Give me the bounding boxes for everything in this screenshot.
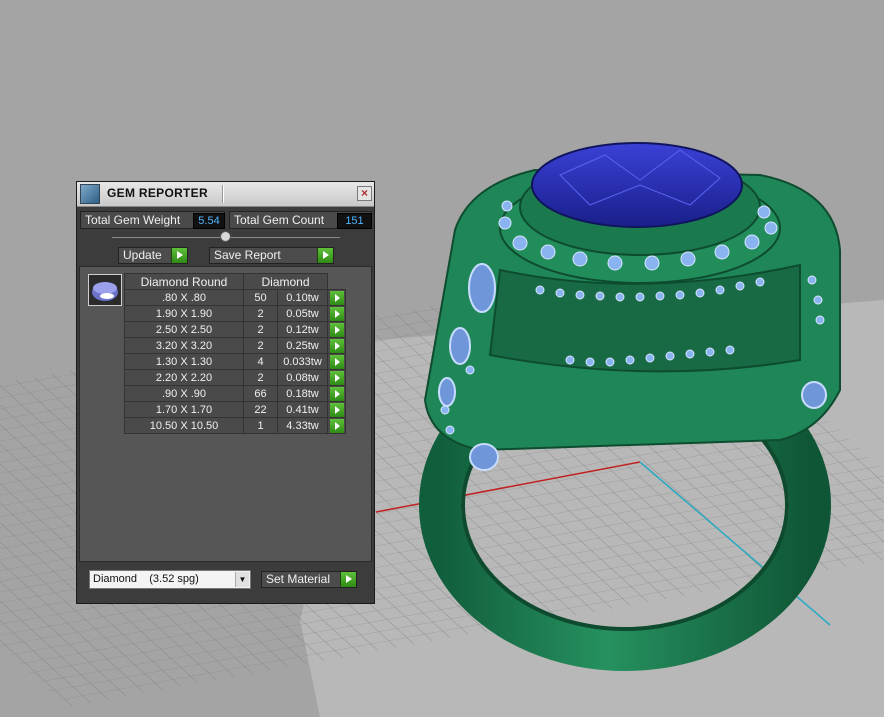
- total-gem-count-value: 151: [337, 213, 372, 229]
- table-row[interactable]: 1.90 X 1.90 2 0.05tw: [124, 305, 346, 322]
- play-arrow-icon: [171, 248, 187, 263]
- total-gem-weight-label: Total Gem Weight: [85, 213, 181, 227]
- update-button-label: Update: [123, 248, 162, 262]
- table-row[interactable]: .90 X .90 66 0.18tw: [124, 385, 346, 402]
- table-row[interactable]: 2.20 X 2.20 2 0.08tw: [124, 369, 346, 386]
- gem-reporter-app-icon: [80, 184, 100, 204]
- column-header-material: Diamond: [243, 273, 328, 290]
- gem-weight: 0.08tw: [277, 369, 328, 386]
- set-material-button[interactable]: Set Material: [261, 571, 357, 588]
- select-row-arrow-icon[interactable]: [329, 354, 344, 369]
- table-row[interactable]: 10.50 X 10.50 1 4.33tw: [124, 417, 346, 434]
- table-row[interactable]: 1.70 X 1.70 22 0.41tw: [124, 401, 346, 418]
- gem-count: 66: [243, 385, 278, 402]
- gem-weight: 0.41tw: [277, 401, 328, 418]
- gem-size: .90 X .90: [124, 385, 244, 402]
- close-icon[interactable]: ×: [357, 186, 372, 201]
- table-row[interactable]: 2.50 X 2.50 2 0.12tw: [124, 321, 346, 338]
- table-row[interactable]: .80 X .80 50 0.10tw: [124, 289, 346, 306]
- gem-list-area: Diamond Round Diamond .80 X .80 50 0.10t…: [79, 266, 372, 562]
- gem-size: 2.50 X 2.50: [124, 321, 244, 338]
- gem-weight: 0.18tw: [277, 385, 328, 402]
- gem-size: 3.20 X 3.20: [124, 337, 244, 354]
- column-header-shape: Diamond Round: [124, 273, 244, 290]
- table-row[interactable]: 3.20 X 3.20 2 0.25tw: [124, 337, 346, 354]
- gem-weight: 0.033tw: [277, 353, 328, 370]
- save-report-button[interactable]: Save Report: [209, 247, 334, 264]
- table-header-row: Diamond Round Diamond: [124, 273, 346, 290]
- select-row-arrow-icon[interactable]: [329, 306, 344, 321]
- select-row-arrow-icon[interactable]: [329, 290, 344, 305]
- gem-count: 22: [243, 401, 278, 418]
- gem-count: 1: [243, 417, 278, 434]
- gem-count: 2: [243, 321, 278, 338]
- table-row[interactable]: 1.30 X 1.30 4 0.033tw: [124, 353, 346, 370]
- select-row-arrow-icon[interactable]: [329, 386, 344, 401]
- play-arrow-icon: [340, 572, 356, 587]
- title-divider: [222, 185, 224, 203]
- gem-weight: 0.25tw: [277, 337, 328, 354]
- select-row-arrow-icon[interactable]: [329, 338, 344, 353]
- select-row-arrow-icon[interactable]: [329, 402, 344, 417]
- gem-size: 1.70 X 1.70: [124, 401, 244, 418]
- gem-count: 2: [243, 305, 278, 322]
- material-dropdown[interactable]: Diamond (3.52 spg) ▼: [89, 570, 251, 589]
- diamond-gem-icon[interactable]: [88, 274, 122, 306]
- gem-reporter-panel: GEM REPORTER × Total Gem Weight 5.54 Tot…: [76, 181, 375, 604]
- gem-count: 4: [243, 353, 278, 370]
- play-arrow-icon: [317, 248, 333, 263]
- gem-size: .80 X .80: [124, 289, 244, 306]
- chevron-down-icon[interactable]: ▼: [235, 572, 249, 587]
- gem-size: 10.50 X 10.50: [124, 417, 244, 434]
- gem-weight: 4.33tw: [277, 417, 328, 434]
- gem-count: 2: [243, 369, 278, 386]
- total-gem-count-box: Total Gem Count 151: [229, 211, 372, 229]
- gem-count: 2: [243, 337, 278, 354]
- update-button[interactable]: Update: [118, 247, 188, 264]
- gem-count: 50: [243, 289, 278, 306]
- total-gem-weight-box: Total Gem Weight 5.54: [80, 211, 225, 229]
- save-report-button-label: Save Report: [214, 248, 281, 262]
- total-gem-count-label: Total Gem Count: [234, 213, 325, 227]
- total-gem-weight-value: 5.54: [193, 213, 225, 229]
- gem-size: 1.90 X 1.90: [124, 305, 244, 322]
- gem-size: 2.20 X 2.20: [124, 369, 244, 386]
- set-material-button-label: Set Material: [266, 572, 331, 586]
- gem-weight: 0.10tw: [277, 289, 328, 306]
- select-row-arrow-icon[interactable]: [329, 418, 344, 433]
- gem-table: Diamond Round Diamond .80 X .80 50 0.10t…: [124, 273, 346, 434]
- panel-title: GEM REPORTER: [107, 186, 208, 200]
- slider-handle[interactable]: [220, 231, 231, 242]
- panel-titlebar[interactable]: GEM REPORTER ×: [77, 182, 374, 207]
- gem-weight: 0.12tw: [277, 321, 328, 338]
- select-row-arrow-icon[interactable]: [329, 322, 344, 337]
- gem-size: 1.30 X 1.30: [124, 353, 244, 370]
- material-dropdown-value: Diamond (3.52 spg): [93, 573, 199, 585]
- gem-weight: 0.05tw: [277, 305, 328, 322]
- select-row-arrow-icon[interactable]: [329, 370, 344, 385]
